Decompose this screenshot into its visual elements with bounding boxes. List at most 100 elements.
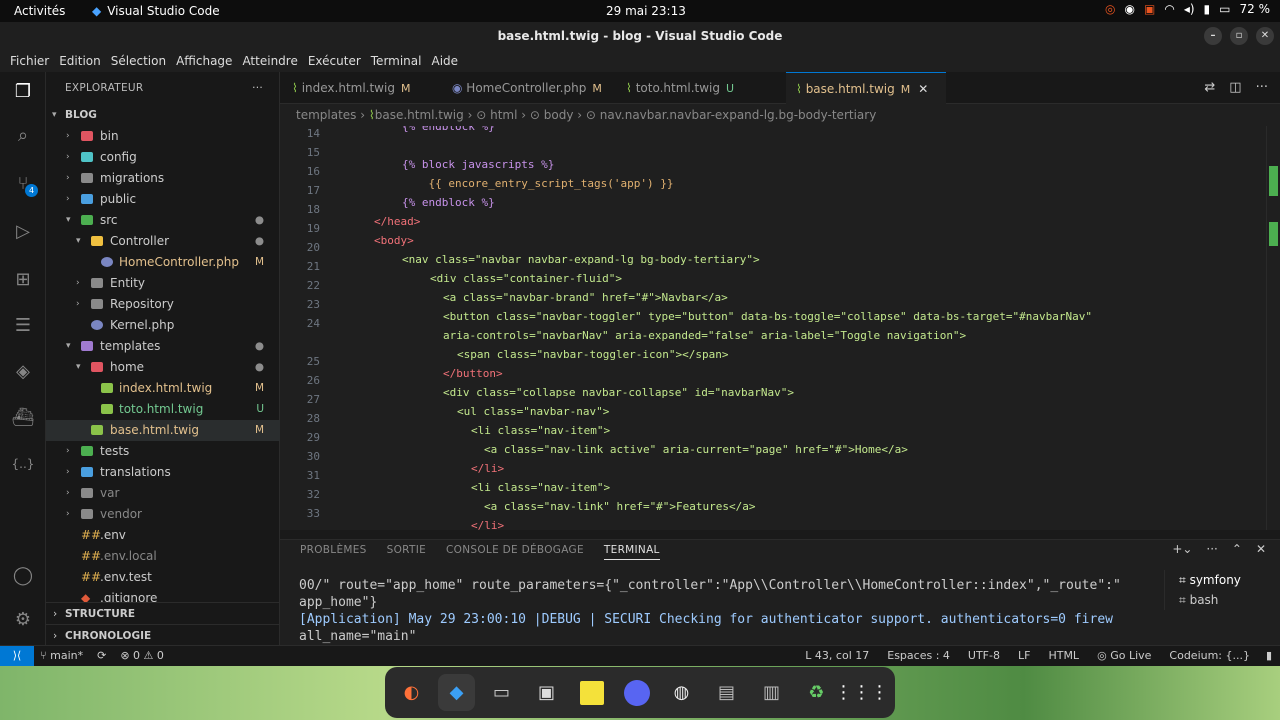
close-window-button[interactable]: ✕ — [1256, 27, 1274, 45]
indentation[interactable]: Espaces : 4 — [887, 646, 950, 666]
tree-folder-public[interactable]: › public — [46, 189, 280, 210]
clock[interactable]: 29 mai 23:13 — [606, 4, 686, 18]
tree-folder-entity[interactable]: › Entity — [46, 273, 280, 294]
database-icon[interactable]: ☰ — [11, 314, 35, 338]
problems-indicator[interactable]: ⊗ 0 ⚠ 0 — [120, 646, 164, 666]
braces-icon[interactable]: {..} — [11, 452, 35, 476]
settings-gear-icon[interactable]: ⚙ — [11, 608, 35, 632]
search-icon[interactable]: ⌕ — [11, 124, 35, 148]
tree-folder-src[interactable]: ▾ src ● — [46, 210, 280, 231]
tab-output[interactable]: SORTIE — [387, 544, 426, 560]
account-icon[interactable]: ◯ — [11, 564, 35, 588]
tab-toto-twig[interactable]: ⌇ toto.html.twig U — [626, 72, 771, 104]
layers-icon[interactable]: ◈ — [11, 360, 35, 384]
vscode-dock-icon[interactable]: ◆ — [438, 674, 475, 711]
terminal-output[interactable]: 00/" route="app_home" route_parameters={… — [299, 577, 1159, 645]
system-tray[interactable]: ◎ ◉ ▣ ◠ ◂) ▮ ▭ 72 % — [1105, 2, 1270, 16]
breadcrumb-item[interactable]: base.html.twig — [375, 108, 464, 122]
tree-file-toto-twig[interactable]: toto.html.twig U — [46, 399, 280, 420]
maximize-button[interactable]: ▫ — [1230, 27, 1248, 45]
menu-executer[interactable]: Exécuter — [303, 50, 366, 72]
menu-selection[interactable]: Sélection — [106, 50, 171, 72]
firefox-icon[interactable]: ◐ — [393, 674, 430, 711]
tree-file-gitignore[interactable]: ◆ .gitignore — [46, 588, 280, 602]
activities-button[interactable]: Activités — [14, 4, 65, 18]
minimize-button[interactable]: – — [1204, 27, 1222, 45]
more-actions-icon[interactable]: ··· — [1256, 80, 1268, 95]
tab-index-twig[interactable]: ⌇ index.html.twig M — [292, 72, 442, 104]
source-control-icon[interactable]: ⑂ 4 — [11, 172, 38, 197]
tree-folder-translations[interactable]: › translations — [46, 462, 280, 483]
trash-icon[interactable]: ♻ — [798, 674, 835, 711]
files-icon[interactable]: ▭ — [483, 674, 520, 711]
menu-atteindre[interactable]: Atteindre — [237, 50, 302, 72]
more-actions-icon[interactable]: ··· — [1206, 542, 1217, 556]
tree-folder-repository[interactable]: › Repository — [46, 294, 280, 315]
menu-terminal[interactable]: Terminal — [366, 50, 427, 72]
breadcrumb-item[interactable]: html — [490, 108, 517, 122]
editor-scrollbar[interactable] — [1266, 126, 1280, 530]
maximize-panel-icon[interactable]: ⌃ — [1232, 542, 1242, 556]
code-editor[interactable]: 14 15 16 17 18 19 20 21 22 23 24 25 26 2… — [280, 126, 1280, 530]
section-structure[interactable]: › STRUCTURE — [46, 602, 280, 624]
line-ending[interactable]: LF — [1018, 646, 1030, 666]
app-grid-icon[interactable]: ⋮⋮⋮ — [835, 674, 889, 711]
tab-homecontroller[interactable]: ◉ HomeController.php M — [452, 72, 612, 104]
close-panel-icon[interactable]: ✕ — [1256, 542, 1266, 556]
tree-folder-var[interactable]: › var — [46, 483, 280, 504]
menu-aide[interactable]: Aide — [426, 50, 463, 72]
menu-affichage[interactable]: Affichage — [171, 50, 237, 72]
remote-icon[interactable]: ⟩⟨ — [0, 646, 34, 667]
go-live-button[interactable]: ◎ Go Live — [1097, 646, 1151, 666]
extensions-icon[interactable]: ⊞ — [11, 268, 35, 292]
cursor-position[interactable]: L 43, col 17 — [805, 646, 869, 666]
obs-icon[interactable]: ◍ — [663, 674, 700, 711]
tree-folder-bin[interactable]: › bin — [46, 126, 280, 147]
text-editor-icon[interactable]: ▤ — [708, 674, 745, 711]
run-debug-icon[interactable]: ▷ — [11, 220, 35, 244]
tab-base-twig[interactable]: ⌇ base.html.twig M ✕ — [786, 72, 946, 104]
tree-folder-home[interactable]: ▾ home ● — [46, 357, 280, 378]
codeium-status[interactable]: Codeium: {...} — [1169, 646, 1250, 666]
terminal-item-bash[interactable]: ⌗ bash — [1165, 590, 1274, 610]
section-chronologie[interactable]: › CHRONOLOGIE — [46, 624, 280, 646]
close-tab-icon[interactable]: ✕ — [918, 82, 928, 96]
tree-file-env-local[interactable]: ## .env.local — [46, 546, 280, 567]
terminal-app-icon[interactable]: ▣ — [528, 674, 565, 711]
compare-icon[interactable]: ⇄ — [1204, 80, 1215, 95]
tree-file-env-test[interactable]: ## .env.test — [46, 567, 280, 588]
project-root[interactable]: ▾ BLOG — [46, 105, 280, 126]
tree-folder-templates[interactable]: ▾ templates ● — [46, 336, 280, 357]
tree-file-kernel[interactable]: Kernel.php — [46, 315, 280, 336]
notes-icon[interactable] — [573, 674, 610, 711]
docker-icon[interactable]: ⛴ — [11, 406, 35, 430]
tree-file-index-twig[interactable]: index.html.twig M — [46, 378, 280, 399]
menu-fichier[interactable]: Fichier — [5, 50, 54, 72]
notifications-icon[interactable]: ▮ — [1266, 646, 1272, 666]
tree-folder-tests[interactable]: › tests — [46, 441, 280, 462]
tree-file-base-twig[interactable]: base.html.twig M — [46, 420, 280, 441]
tree-folder-migrations[interactable]: › migrations — [46, 168, 280, 189]
ssd-drive-icon[interactable]: ▥ — [753, 674, 790, 711]
tree-file-env[interactable]: ## .env — [46, 525, 280, 546]
tab-problems[interactable]: PROBLÈMES — [300, 544, 367, 560]
terminal-item-symfony[interactable]: ⌗ symfony — [1165, 570, 1274, 590]
encoding[interactable]: UTF-8 — [968, 646, 1000, 666]
sync-icon[interactable]: ⟳ — [97, 646, 106, 666]
breadcrumb-item[interactable]: nav.navbar.navbar-expand-lg.bg-body-tert… — [600, 108, 877, 122]
tree-folder-vendor[interactable]: › vendor — [46, 504, 280, 525]
language-mode[interactable]: HTML — [1048, 646, 1079, 666]
tree-folder-config[interactable]: › config — [46, 147, 280, 168]
breadcrumb-item[interactable]: templates — [296, 108, 356, 122]
new-terminal-icon[interactable]: +⌄ — [1172, 542, 1192, 556]
tree-folder-controller[interactable]: ▾ Controller ● — [46, 231, 280, 252]
explorer-icon[interactable]: ❐ — [11, 80, 35, 104]
tab-debug-console[interactable]: CONSOLE DE DÉBOGAGE — [446, 544, 584, 560]
breadcrumb-item[interactable]: body — [544, 108, 574, 122]
split-editor-icon[interactable]: ◫ — [1229, 80, 1241, 95]
menu-edition[interactable]: Edition — [54, 50, 106, 72]
discord-icon[interactable] — [618, 674, 655, 711]
more-actions-icon[interactable]: ··· — [252, 72, 263, 104]
active-app-indicator[interactable]: ◆ Visual Studio Code — [92, 4, 220, 18]
tree-file-homecontroller[interactable]: HomeController.php M — [46, 252, 280, 273]
